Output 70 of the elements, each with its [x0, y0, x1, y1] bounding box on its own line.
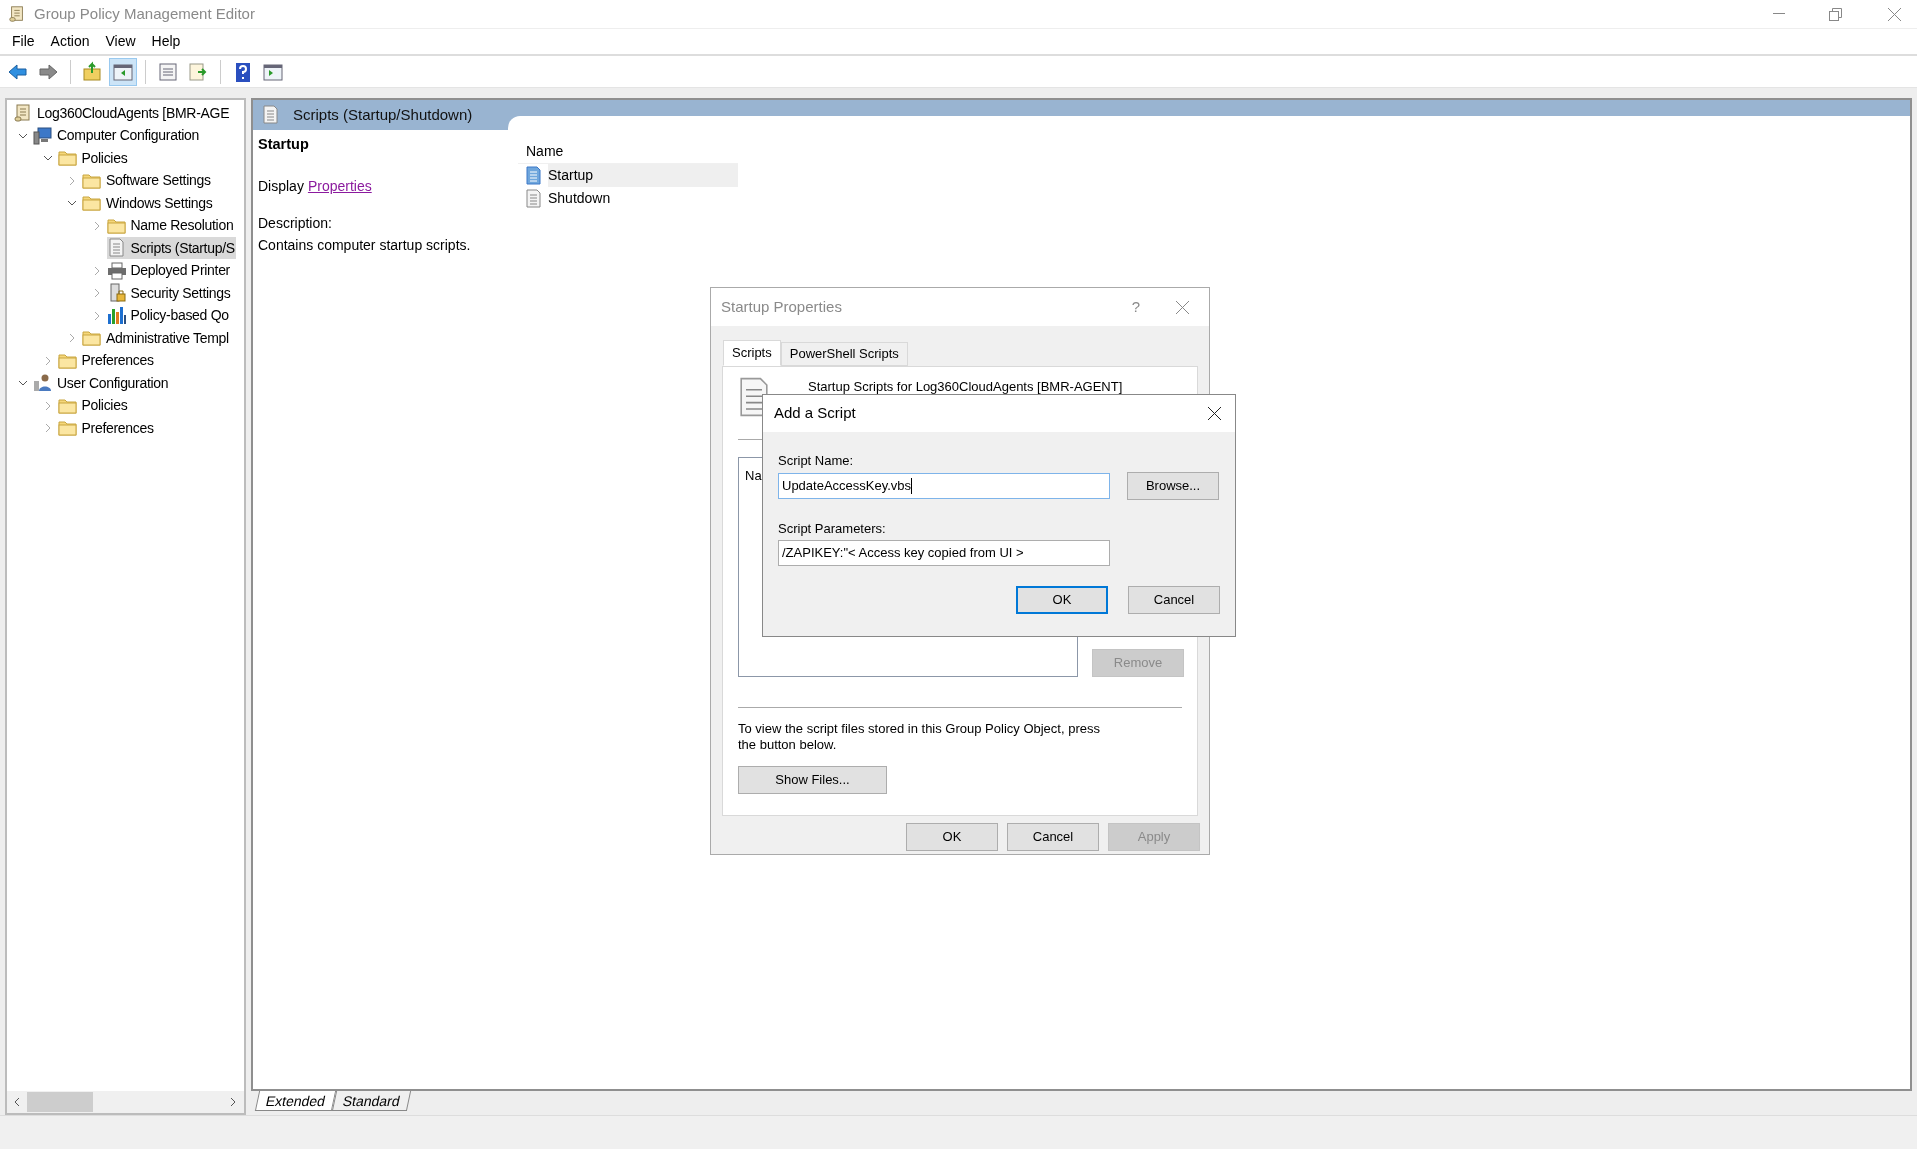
tree-item[interactable]: Security Settings [106, 282, 232, 305]
script-file-icon [524, 188, 544, 209]
folder-icon [82, 193, 102, 214]
menu-item[interactable]: File [6, 31, 41, 52]
script-parameters-field[interactable]: /ZAPIKEY:"< Access key copied from UI > [778, 540, 1110, 566]
printer-icon [106, 260, 127, 281]
view-tab[interactable]: Standard [332, 1091, 412, 1111]
scrollbar-thumb[interactable] [27, 1092, 93, 1112]
tree-item[interactable]: Policies [57, 394, 129, 417]
description-text: Contains computer startup scripts. [258, 236, 472, 255]
close-icon[interactable] [1208, 407, 1221, 420]
menu-item[interactable]: View [99, 31, 142, 52]
scroll-right-icon[interactable] [230, 1097, 236, 1107]
scroll-icon [8, 5, 26, 23]
column-header[interactable]: Na [745, 468, 762, 483]
dialog-button[interactable]: Cancel [1128, 586, 1220, 614]
tree-item[interactable]: Policy-based Qo [106, 304, 230, 327]
tab[interactable]: Scripts [723, 340, 781, 366]
show-files-button[interactable]: Show Files... [738, 766, 887, 794]
browse-button[interactable]: Browse... [1127, 472, 1219, 500]
scroll-icon [13, 103, 33, 124]
tree-item[interactable]: Administrative Templ [82, 327, 230, 350]
tab[interactable]: PowerShell Scripts [780, 342, 908, 366]
script-file-icon [524, 165, 544, 186]
section-heading: Startup [258, 135, 310, 154]
tree-item[interactable]: Software Settings [82, 169, 212, 192]
chevron-right-icon[interactable] [67, 175, 77, 186]
tree-item[interactable]: Deployed Printer [106, 259, 231, 282]
chevron-right-icon[interactable] [67, 333, 77, 344]
tree-item[interactable]: Policies [57, 147, 129, 170]
dialog-title: Startup Properties [721, 296, 842, 317]
users-icon [33, 373, 53, 394]
dialog-heading: Startup Scripts for Log360CloudAgents [BMR-AGENT] [808, 379, 1123, 394]
help-button[interactable]: ? [1131, 295, 1140, 319]
restore-icon[interactable] [1829, 7, 1842, 21]
pane-title: Scripts (Startup/Shutdown) [293, 104, 473, 125]
tree-item[interactable]: Log360CloudAgents [BMR-AGE [13, 102, 231, 125]
tree-item[interactable]: Preferences [57, 349, 155, 372]
folder-icon [57, 418, 78, 439]
list-item[interactable]: Shutdown [548, 187, 738, 210]
script-name-field[interactable]: UpdateAccessKey.vbs [778, 473, 1110, 499]
computer-icon [33, 125, 53, 146]
tree-item[interactable]: Windows Settings [82, 192, 214, 215]
tree-item[interactable]: User Configuration [33, 372, 170, 395]
field-label: Script Name: [778, 452, 855, 468]
bar-chart-icon [106, 305, 127, 326]
view-tab[interactable]: Extended [254, 1091, 337, 1111]
menu-item[interactable]: Action [44, 31, 96, 52]
minimize-icon[interactable] [1773, 13, 1785, 15]
tree-item[interactable]: Computer Configuration [33, 124, 201, 147]
menu-item[interactable]: Help [145, 31, 187, 52]
dialog-title: Add a Script [774, 403, 856, 424]
folder-icon [82, 328, 102, 349]
dialog-button[interactable]: OK [1016, 586, 1108, 614]
script-file-icon [106, 238, 127, 259]
label: Display [258, 177, 304, 196]
properties-link[interactable]: Properties [307, 176, 372, 196]
scroll-left-icon[interactable] [14, 1097, 20, 1107]
tree-item[interactable]: Preferences [57, 417, 155, 440]
field-label: Script Parameters: [778, 520, 887, 536]
folder-icon [57, 148, 78, 169]
dialog-button[interactable]: Cancel [1007, 823, 1099, 851]
dialog-button[interactable]: OK [906, 823, 998, 851]
window-title: Group Policy Management Editor [34, 3, 255, 24]
info-text: To view the script files stored in this Group Policy Object, press the button below. [738, 721, 1101, 753]
tree-item[interactable]: Name Resolution [106, 214, 235, 237]
label: Description: [258, 214, 333, 233]
script-file-icon [261, 105, 281, 125]
tree-item[interactable]: Scripts (Startup/S [106, 237, 236, 260]
list-item[interactable]: Startup [548, 164, 738, 187]
